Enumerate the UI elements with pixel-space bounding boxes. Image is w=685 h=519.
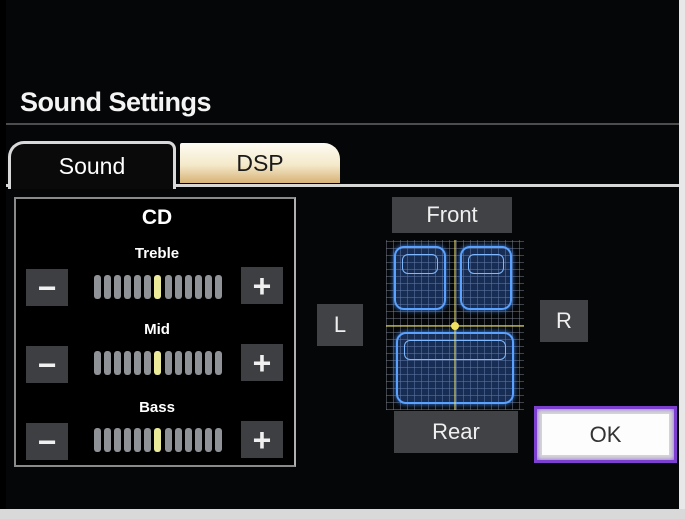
bass-meter <box>94 428 222 452</box>
tab-dsp[interactable]: DSP <box>180 143 340 183</box>
meter-segment <box>194 428 202 452</box>
bezel-edge <box>679 0 685 519</box>
title-divider <box>6 123 682 125</box>
meter-segment <box>124 275 132 299</box>
meter-segment <box>164 275 172 299</box>
meter-segment <box>114 428 122 452</box>
meter-segment <box>204 428 212 452</box>
bass-label: Bass <box>139 399 175 416</box>
meter-segment <box>154 351 162 375</box>
source-label: CD <box>141 206 173 229</box>
page-title: Sound Settings <box>20 87 212 117</box>
meter-segment <box>134 351 142 375</box>
balance-left-button[interactable]: L <box>317 304 363 346</box>
meter-segment <box>94 428 101 452</box>
treble-minus-button[interactable]: − <box>26 269 68 306</box>
meter-segment <box>184 428 192 452</box>
meter-segment <box>144 428 152 452</box>
balance-fader-grid[interactable] <box>386 240 524 410</box>
treble-meter <box>94 275 222 299</box>
meter-segment <box>94 351 101 375</box>
meter-segment <box>154 275 162 299</box>
bezel-edge <box>0 509 685 519</box>
mid-label: Mid <box>144 321 170 338</box>
meter-segment <box>184 275 192 299</box>
meter-segment <box>104 428 112 452</box>
head-unit-screen: Sound Settings DSP Sound CD Treble − + M… <box>6 0 682 519</box>
mid-meter <box>94 351 222 375</box>
meter-segment <box>104 275 112 299</box>
meter-segment <box>134 275 142 299</box>
meter-segment <box>164 351 172 375</box>
balance-position-marker[interactable] <box>451 322 459 330</box>
meter-segment <box>94 275 101 299</box>
meter-segment <box>134 428 142 452</box>
treble-label: Treble <box>134 245 180 262</box>
mid-minus-button[interactable]: − <box>26 346 68 383</box>
meter-segment <box>184 351 192 375</box>
meter-segment <box>204 275 212 299</box>
balance-right-button[interactable]: R <box>540 300 588 342</box>
meter-segment <box>114 351 122 375</box>
meter-segment <box>174 428 182 452</box>
fader-rear-button[interactable]: Rear <box>394 411 518 453</box>
front-left-seat-icon <box>394 246 446 310</box>
meter-segment <box>124 351 132 375</box>
meter-segment <box>144 275 152 299</box>
mid-plus-button[interactable]: + <box>241 344 283 381</box>
meter-segment <box>214 428 222 452</box>
meter-segment <box>214 275 222 299</box>
front-right-seat-icon <box>460 246 512 310</box>
meter-segment <box>114 275 122 299</box>
meter-segment <box>174 351 182 375</box>
meter-segment <box>154 428 162 452</box>
tab-sound[interactable]: Sound <box>8 141 176 189</box>
meter-segment <box>204 351 212 375</box>
meter-segment <box>214 351 222 375</box>
meter-segment <box>144 351 152 375</box>
meter-segment <box>194 275 202 299</box>
treble-plus-button[interactable]: + <box>241 267 283 304</box>
meter-segment <box>104 351 112 375</box>
bass-plus-button[interactable]: + <box>241 421 283 458</box>
meter-segment <box>164 428 172 452</box>
ok-button-label: OK <box>542 414 669 455</box>
meter-segment <box>194 351 202 375</box>
meter-segment <box>174 275 182 299</box>
tone-panel: CD Treble − + Mid − + Bass − + <box>14 197 296 467</box>
bass-minus-button[interactable]: − <box>26 423 68 460</box>
meter-segment <box>124 428 132 452</box>
fader-front-button[interactable]: Front <box>392 197 512 233</box>
ok-button[interactable]: OK <box>534 406 677 463</box>
